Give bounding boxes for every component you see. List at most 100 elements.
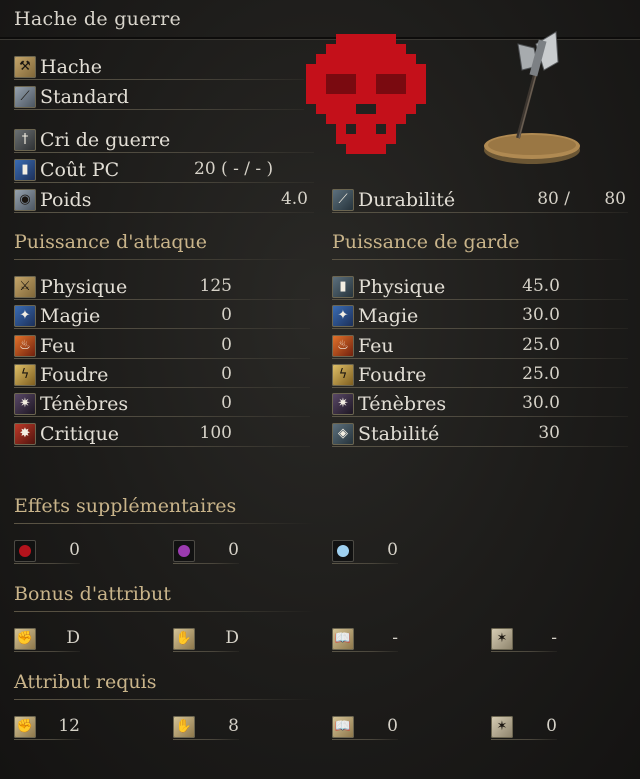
stat-value: 100 — [199, 423, 232, 443]
info-label: Hache — [40, 56, 103, 78]
req-faith: ✶ 0 — [491, 714, 557, 740]
weapon-image — [484, 31, 580, 164]
guard-row-magic: ✦ Magie 30.0 — [332, 303, 628, 329]
bonus-heading: Bonus d'attribut — [14, 583, 171, 605]
stat-label: Foudre — [358, 364, 427, 386]
stat-label: Critique — [40, 423, 120, 445]
effect-value: 0 — [69, 540, 80, 560]
req-value: 0 — [387, 716, 398, 736]
attack-row-critical: ✸ Critique 100 — [14, 421, 310, 447]
stat-value: 25.0 — [522, 364, 560, 384]
guard-row-physical: ▮ Physique 45.0 — [332, 274, 628, 300]
attack-type-icon: ⟋ — [14, 86, 36, 108]
attack-row-fire: ♨ Feu 0 — [14, 333, 310, 359]
attack-row-physical: ⚔ Physique 125 — [14, 274, 310, 300]
durability-label: Durabilité — [358, 189, 456, 211]
magic-guard-icon: ✦ — [332, 305, 354, 327]
stat-value: 0 — [221, 335, 232, 355]
guard-heading: Puissance de garde — [332, 231, 520, 253]
info-label: Poids — [40, 189, 92, 211]
guard-row-stability: ◈ Stabilité 30 — [332, 421, 628, 447]
faith-icon: ✶ — [491, 716, 513, 738]
stat-label: Feu — [358, 335, 394, 357]
durability-row: ⟋ Durabilité 80 / 80 — [332, 187, 628, 213]
weight-value: 4.0 — [280, 189, 308, 209]
stat-label: Foudre — [40, 364, 109, 386]
guard-row-dark: ✷ Ténèbres 30.0 — [332, 391, 628, 417]
effect-frost: 0 — [332, 538, 398, 564]
stat-value: 125 — [199, 276, 232, 296]
weight-icon: ◉ — [14, 189, 36, 211]
bonus-value: - — [551, 628, 557, 648]
magic-attack-icon: ✦ — [14, 305, 36, 327]
stat-label: Ténèbres — [40, 393, 129, 415]
bonus-dexterity: ✋ D — [173, 626, 239, 652]
info-row-attack-type: ⟋ Standard — [14, 84, 304, 110]
guard-row-fire: ♨ Feu 25.0 — [332, 333, 628, 359]
stat-label: Stabilité — [358, 423, 440, 445]
stat-value: 0 — [221, 305, 232, 325]
item-title: Hache de guerre — [14, 8, 182, 30]
req-value: 0 — [546, 716, 557, 736]
physical-attack-icon: ⚔ — [14, 276, 36, 298]
bleed-icon — [14, 540, 36, 562]
intelligence-icon: 📖 — [332, 628, 354, 650]
info-row-fp-cost: ▮ Coût PC 20 ( - / - ) — [14, 157, 314, 183]
poison-icon — [173, 540, 195, 562]
info-label: Cri de guerre — [40, 129, 171, 151]
bonus-faith: ✶ - — [491, 626, 557, 652]
bonus-intelligence: 📖 - — [332, 626, 398, 652]
axe-type-icon: ⚒ — [14, 56, 36, 78]
effect-value: 0 — [387, 540, 398, 560]
stat-value: 0 — [221, 364, 232, 384]
skull-icon — [306, 34, 426, 154]
attack-row-lightning: ϟ Foudre 0 — [14, 362, 310, 388]
stat-value: 0 — [221, 393, 232, 413]
dexterity-icon: ✋ — [173, 628, 195, 650]
strength-icon: ✊ — [14, 716, 36, 738]
bonus-strength: ✊ D — [14, 626, 80, 652]
stat-label: Physique — [40, 276, 128, 298]
physical-guard-icon: ▮ — [332, 276, 354, 298]
effects-heading: Effets supplémentaires — [14, 495, 237, 517]
attack-heading: Puissance d'attaque — [14, 231, 208, 253]
skill-icon: † — [14, 129, 36, 151]
guard-row-lightning: ϟ Foudre 25.0 — [332, 362, 628, 388]
stat-label: Magie — [40, 305, 101, 327]
critical-icon: ✸ — [14, 423, 36, 445]
req-dexterity: ✋ 8 — [173, 714, 239, 740]
intelligence-icon: 📖 — [332, 716, 354, 738]
fire-attack-icon: ♨ — [14, 335, 36, 357]
stat-label: Magie — [358, 305, 419, 327]
requirements-heading: Attribut requis — [14, 671, 157, 693]
req-value: 12 — [58, 716, 80, 736]
strength-icon: ✊ — [14, 628, 36, 650]
attack-row-dark: ✷ Ténèbres 0 — [14, 391, 310, 417]
fp-cost-icon: ▮ — [14, 159, 36, 181]
stat-label: Ténèbres — [358, 393, 447, 415]
info-row-type: ⚒ Hache — [14, 54, 304, 80]
frost-icon — [332, 540, 354, 562]
stat-value: 25.0 — [522, 335, 560, 355]
effect-value: 0 — [228, 540, 239, 560]
stat-value: 30 — [538, 423, 560, 443]
attack-row-magic: ✦ Magie 0 — [14, 303, 310, 329]
stability-icon: ◈ — [332, 423, 354, 445]
bonus-value: D — [225, 628, 239, 648]
effect-poison: 0 — [173, 538, 239, 564]
durability-current: 80 / — [537, 189, 570, 209]
lightning-guard-icon: ϟ — [332, 364, 354, 386]
stat-label: Feu — [40, 335, 76, 357]
effect-bleed: 0 — [14, 538, 80, 564]
stat-value: 30.0 — [522, 305, 560, 325]
durability-icon: ⟋ — [332, 189, 354, 211]
info-label: Standard — [40, 86, 129, 108]
bonus-value: - — [392, 628, 398, 648]
stat-value: 45.0 — [522, 276, 560, 296]
info-row-skill: † Cri de guerre — [14, 127, 314, 153]
bonus-value: D — [66, 628, 80, 648]
req-value: 8 — [228, 716, 239, 736]
stat-label: Physique — [358, 276, 446, 298]
faith-icon: ✶ — [491, 628, 513, 650]
dark-attack-icon: ✷ — [14, 393, 36, 415]
